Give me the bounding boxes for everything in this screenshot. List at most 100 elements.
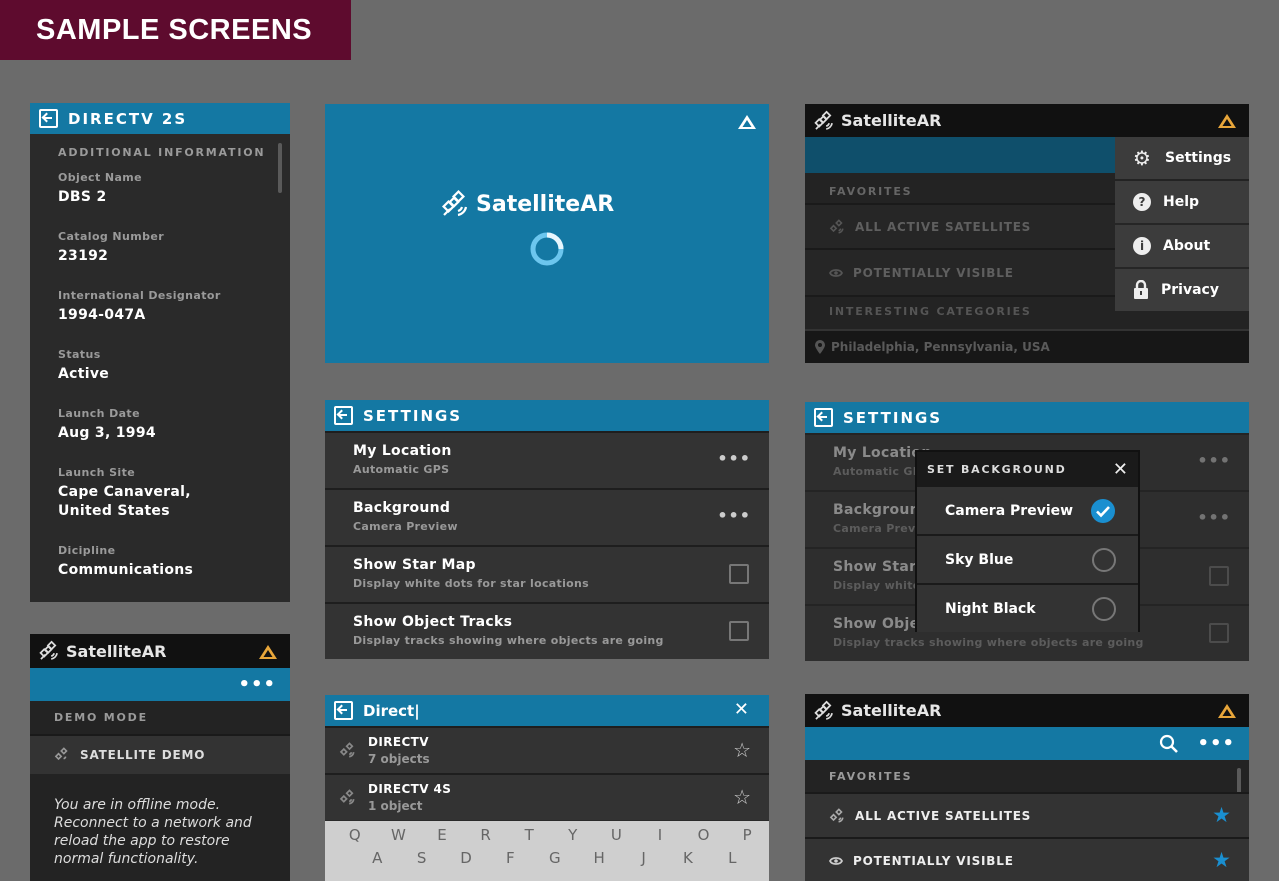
keyboard-key[interactable]: I xyxy=(638,826,682,844)
close-icon[interactable]: ✕ xyxy=(1113,459,1128,480)
star-filled-icon[interactable]: ★ xyxy=(1212,848,1231,872)
satellite-icon xyxy=(339,789,355,805)
setting-subtitle: Automatic GPS xyxy=(353,463,450,476)
satellite-icon xyxy=(54,747,68,761)
keyboard-key[interactable]: H xyxy=(577,849,621,867)
keyboard-key[interactable]: L xyxy=(710,849,754,867)
checkbox[interactable] xyxy=(729,564,749,584)
more-options-icon[interactable]: ••• xyxy=(717,449,751,468)
keyboard-key[interactable]: P xyxy=(725,826,769,844)
checkbox[interactable] xyxy=(1209,566,1229,586)
background-option[interactable]: Sky Blue xyxy=(917,536,1138,583)
keyboard-key[interactable]: T xyxy=(507,826,551,844)
result-count: 1 object xyxy=(368,799,423,813)
dropdown-item-label: About xyxy=(1163,238,1211,254)
keyboard-key[interactable]: J xyxy=(621,849,665,867)
brand-triangle-icon xyxy=(738,115,756,129)
option-label: Sky Blue xyxy=(945,551,1014,568)
background-option[interactable]: Camera Preview xyxy=(917,487,1138,534)
menu-panel: SatelliteAR FAVORITES ALL ACTIVE SATELLI… xyxy=(805,104,1249,363)
dropdown-item-label: Help xyxy=(1163,194,1200,210)
settings-row[interactable]: Show Object Tracks Display tracks showing… xyxy=(325,602,769,659)
search-result[interactable]: DIRECTV 7 objects ☆ xyxy=(325,726,769,773)
location-bar[interactable]: Philadelphia, Pennsylvania, USA xyxy=(805,329,1249,363)
keyboard-key[interactable]: Y xyxy=(551,826,595,844)
keyboard-key[interactable]: G xyxy=(533,849,577,867)
favorite-item-label: POTENTIALLY VISIBLE xyxy=(853,853,1014,868)
keyboard-key[interactable]: S xyxy=(399,849,443,867)
star-outline-icon[interactable]: ☆ xyxy=(733,785,751,809)
info-field: Launch Site Cape Canaveral, United States xyxy=(58,466,290,544)
checkbox[interactable] xyxy=(729,621,749,641)
field-value: 1994-047A xyxy=(58,307,146,323)
dropdown-item-about[interactable]: i About xyxy=(1115,225,1249,267)
settings-dialog-panel: SETTINGS My Location Automatic GPS ••• Back… xyxy=(805,402,1249,661)
info-field: Dicipline Communications xyxy=(58,544,290,602)
keyboard-key[interactable]: W xyxy=(377,826,421,844)
search-panel: Direct| ✕ DIRECTV 7 objects ☆ DIRECTV 4S 1 o… xyxy=(325,695,769,881)
keyboard-key[interactable]: D xyxy=(444,849,488,867)
dropdown-item-privacy[interactable]: Privacy xyxy=(1115,269,1249,311)
info-field: International Designator 1994-047A xyxy=(58,289,290,348)
demo-panel: SatelliteAR ••• DEMO MODE SATELLITE DEMO… xyxy=(30,634,290,881)
field-label: Launch Date xyxy=(58,407,140,420)
setting-subtitle: Display white dots for star locations xyxy=(353,577,589,590)
app-name: SatelliteAR xyxy=(66,641,167,661)
eye-icon xyxy=(829,268,843,277)
favorite-item[interactable]: POTENTIALLY VISIBLE ★ xyxy=(805,837,1249,881)
keyboard-key[interactable]: U xyxy=(595,826,639,844)
search-icon[interactable] xyxy=(1159,734,1179,754)
back-icon[interactable] xyxy=(334,701,353,720)
keyboard-key[interactable]: Q xyxy=(333,826,377,844)
more-options-icon[interactable]: ••• xyxy=(1197,508,1231,527)
radio-button[interactable] xyxy=(1092,596,1116,621)
dropdown-item-help[interactable]: ? Help xyxy=(1115,181,1249,223)
radio-button[interactable] xyxy=(1092,547,1116,572)
gear-icon: ⚙ xyxy=(1133,146,1151,170)
scrollbar[interactable] xyxy=(278,143,282,193)
brand-triangle-icon xyxy=(259,645,277,659)
keyboard-key[interactable]: E xyxy=(420,826,464,844)
keyboard-key[interactable]: F xyxy=(488,849,532,867)
clear-search-icon[interactable]: ✕ xyxy=(734,699,749,720)
option-label: Camera Preview xyxy=(945,502,1074,519)
search-result[interactable]: DIRECTV 4S 1 object ☆ xyxy=(325,773,769,820)
field-label: Object Name xyxy=(58,171,143,184)
keyboard-key[interactable]: A xyxy=(355,849,399,867)
selected-check-icon[interactable] xyxy=(1090,498,1116,524)
back-icon[interactable] xyxy=(334,406,353,425)
favorite-item[interactable]: ALL ACTIVE SATELLITES ★ xyxy=(805,792,1249,837)
field-value: DBS 2 xyxy=(58,189,107,205)
star-outline-icon[interactable]: ☆ xyxy=(733,738,751,762)
loading-spinner-icon xyxy=(530,232,564,266)
settings-row[interactable]: Background Camera Preview ••• xyxy=(325,488,769,545)
background-option[interactable]: Night Black xyxy=(917,585,1138,632)
setting-title: Background xyxy=(353,500,451,516)
more-options-icon[interactable]: ••• xyxy=(1197,733,1235,754)
favorites-header: FAVORITES xyxy=(829,185,913,198)
back-icon[interactable] xyxy=(814,408,833,427)
satellite-logo-icon xyxy=(814,110,833,130)
checkbox[interactable] xyxy=(1209,623,1229,643)
brand-triangle-icon xyxy=(1218,704,1236,718)
field-value: Active xyxy=(58,366,110,382)
app-name: SatelliteAR xyxy=(841,701,942,720)
keyboard-key[interactable]: K xyxy=(666,849,710,867)
search-input[interactable]: Direct| xyxy=(363,702,420,720)
more-options-icon[interactable]: ••• xyxy=(238,674,276,695)
dropdown-item-settings[interactable]: ⚙ Settings xyxy=(1115,137,1249,179)
back-icon[interactable] xyxy=(39,109,58,128)
settings-row[interactable]: My Location Automatic GPS ••• xyxy=(325,431,769,488)
info-icon: i xyxy=(1133,237,1151,255)
star-filled-icon[interactable]: ★ xyxy=(1212,803,1231,827)
location-text: Philadelphia, Pennsylvania, USA xyxy=(831,340,1050,354)
more-options-icon[interactable]: ••• xyxy=(717,506,751,525)
favorite-item-label: ALL ACTIVE SATELLITES xyxy=(855,808,1032,823)
satellite-demo-item[interactable]: SATELLITE DEMO xyxy=(30,734,290,774)
keyboard-key[interactable]: R xyxy=(464,826,508,844)
keyboard-key[interactable]: O xyxy=(682,826,726,844)
field-label: International Designator xyxy=(58,289,221,302)
more-options-icon[interactable]: ••• xyxy=(1197,451,1231,470)
field-value: Aug 3, 1994 xyxy=(58,425,156,441)
settings-row[interactable]: Show Star Map Display white dots for star… xyxy=(325,545,769,602)
